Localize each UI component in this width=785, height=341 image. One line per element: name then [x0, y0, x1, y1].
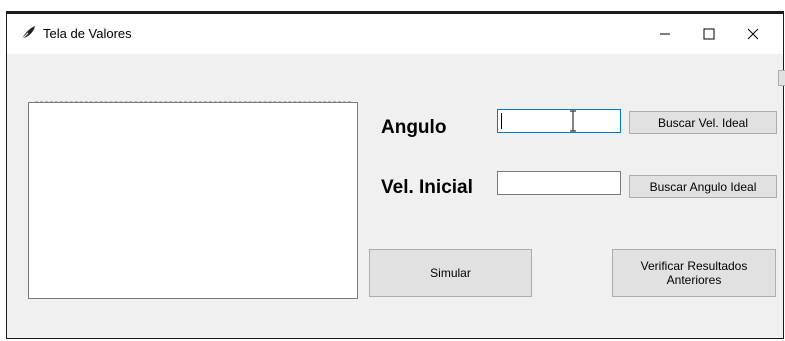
search-ideal-velocity-button[interactable]: Buscar Vel. Ideal [629, 111, 777, 134]
title-bar[interactable]: Tela de Valores [7, 14, 783, 54]
search-ideal-angle-button[interactable]: Buscar Angulo Ideal [629, 175, 777, 198]
minimize-icon [660, 33, 670, 35]
close-button[interactable] [731, 14, 775, 54]
ibeam-cursor-icon [568, 110, 578, 135]
angle-input[interactable] [497, 109, 621, 133]
feather-icon [19, 24, 37, 42]
small-square-button[interactable] [778, 70, 785, 86]
app-window: Tela de Valores Angulo Buscar Vel. Ideal… [6, 11, 785, 339]
simulate-button[interactable]: Simular [369, 249, 532, 297]
initial-velocity-label: Vel. Inicial [381, 177, 473, 198]
maximize-icon [703, 28, 715, 40]
output-textbox[interactable] [28, 101, 358, 299]
verify-previous-results-button[interactable]: Verificar Resultados Anteriores [612, 249, 776, 297]
text-caret [501, 113, 502, 129]
maximize-button[interactable] [687, 14, 731, 54]
initial-velocity-input[interactable] [497, 171, 621, 195]
window-title: Tela de Valores [43, 26, 132, 41]
close-icon [747, 28, 759, 40]
minimize-button[interactable] [643, 14, 687, 54]
angle-label: Angulo [381, 117, 447, 138]
